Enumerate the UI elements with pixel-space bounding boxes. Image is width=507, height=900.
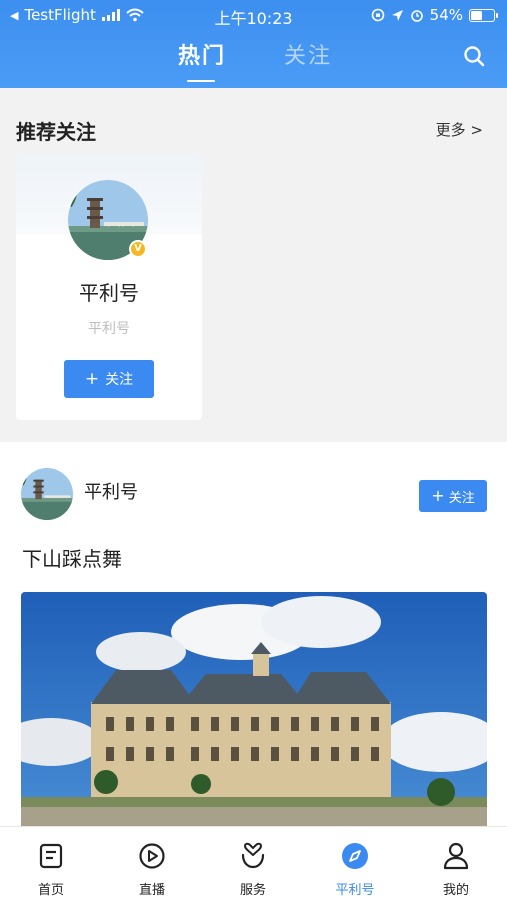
- status-right: 54%: [371, 6, 498, 24]
- alarm-icon: [410, 10, 423, 22]
- follow-button[interactable]: + 关注: [64, 360, 154, 398]
- battery-percent: 54%: [429, 6, 463, 24]
- tab-hot-underline: [187, 80, 215, 82]
- tab-follow[interactable]: 关注: [284, 38, 332, 70]
- post-title[interactable]: 下山踩点舞: [22, 543, 122, 572]
- search-icon[interactable]: [463, 45, 485, 67]
- location-icon: [391, 9, 403, 21]
- card-subtitle: 平利号: [88, 321, 130, 337]
- tab-pingli-label: 平利号: [335, 883, 375, 898]
- tab-service[interactable]: 服务: [213, 827, 293, 900]
- recommend-section: 推荐关注 更多 > V 平利号 平利号 + 关注: [0, 88, 507, 442]
- battery-icon: [469, 8, 498, 22]
- tab-home-label: 首页: [37, 883, 64, 898]
- user-icon: [443, 842, 469, 870]
- recommend-title: 推荐关注: [16, 120, 96, 144]
- tab-me[interactable]: 我的: [416, 827, 496, 900]
- recommend-more-link[interactable]: 更多 >: [436, 119, 483, 140]
- follow-button-label: 关注: [105, 372, 134, 388]
- tab-live-label: 直播: [138, 883, 165, 898]
- status-bar: ◀ TestFlight 上午10:23 54%: [0, 0, 507, 30]
- avatar-pagoda-image: [21, 468, 73, 520]
- feed-post: 平利号 + 关注 下山踩点舞: [0, 442, 507, 826]
- tab-live[interactable]: 直播: [112, 827, 192, 900]
- post-author-avatar[interactable]: [21, 468, 73, 520]
- app-header: ◀ TestFlight 上午10:23 54% 热门 关注: [0, 0, 507, 88]
- rotation-lock-icon: [371, 8, 384, 22]
- post-video-thumbnail[interactable]: [21, 592, 487, 826]
- tab-me-label: 我的: [442, 883, 469, 898]
- post-follow-label: 关注: [448, 490, 475, 506]
- tab-pingli[interactable]: 平利号: [315, 827, 395, 900]
- verified-badge-icon: V: [129, 240, 147, 258]
- castle-image: [21, 592, 487, 826]
- play-circle-icon: [139, 843, 165, 869]
- tab-service-label: 服务: [239, 883, 266, 898]
- compass-icon: [342, 843, 368, 869]
- recommend-card[interactable]: V 平利号 平利号 + 关注: [16, 154, 202, 420]
- plus-icon: +: [84, 368, 100, 389]
- home-doc-icon: [39, 843, 63, 869]
- post-author-name[interactable]: 平利号: [84, 478, 138, 504]
- tab-hot[interactable]: 热门: [178, 38, 226, 70]
- card-name: 平利号: [79, 281, 139, 305]
- top-tabs: 热门 关注: [0, 38, 507, 84]
- heart-hand-icon: [241, 842, 265, 869]
- plus-icon: +: [431, 486, 445, 505]
- tab-home[interactable]: 首页: [11, 827, 91, 900]
- post-follow-button[interactable]: + 关注: [419, 480, 487, 512]
- bottom-tab-bar: 首页 直播 服务 平利号 我的: [0, 826, 507, 900]
